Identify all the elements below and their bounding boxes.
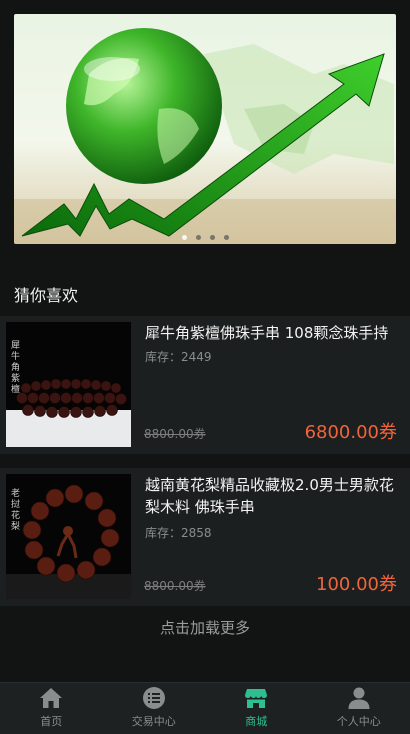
section-title: 猜你喜欢 bbox=[14, 286, 79, 305]
tab-label: 交易中心 bbox=[131, 715, 176, 728]
carousel-indicators bbox=[14, 235, 396, 240]
list-icon bbox=[142, 687, 165, 709]
carousel-dot[interactable] bbox=[223, 235, 229, 240]
carousel-dot[interactable] bbox=[195, 235, 201, 240]
product-price: 100.00券 bbox=[316, 574, 397, 595]
product-thumbnail: 老挝花梨 bbox=[6, 474, 131, 599]
product-title[interactable]: 犀牛角紫檀佛珠手串 108颗念珠手持 bbox=[145, 322, 404, 344]
tab-trading-center[interactable]: 交易中心 bbox=[103, 683, 206, 734]
user-icon bbox=[348, 687, 370, 709]
product-original-price: 8800.00券 bbox=[144, 427, 206, 441]
product-card[interactable]: 犀牛角紫檀 犀牛角紫檀佛珠手串 108颗念珠手持 库存：2449 8800.00… bbox=[0, 316, 410, 454]
thumb-caption: 犀牛角紫檀 bbox=[9, 340, 20, 395]
product-stock: 库存：2449 bbox=[145, 350, 212, 364]
tab-home[interactable]: 首页 bbox=[0, 683, 103, 734]
banner-image bbox=[14, 14, 396, 244]
carousel-dot[interactable] bbox=[209, 235, 215, 240]
product-price: 6800.00券 bbox=[304, 422, 397, 443]
shop-icon bbox=[245, 689, 268, 708]
product-original-price: 8800.00券 bbox=[144, 579, 206, 593]
bottom-nav: 首页 交易中心 商城 个人中心 bbox=[0, 682, 410, 734]
product-card[interactable]: 老挝花梨 越南黄花梨精品收藏极2.0男士男款花梨木料 佛珠手串 库存：2858 … bbox=[0, 468, 410, 606]
tab-label: 个人中心 bbox=[336, 715, 381, 728]
promo-banner[interactable] bbox=[14, 14, 396, 244]
home-icon bbox=[40, 688, 63, 708]
tab-label: 商城 bbox=[245, 715, 268, 728]
tab-profile[interactable]: 个人中心 bbox=[308, 683, 410, 734]
carousel-dot[interactable] bbox=[181, 235, 187, 240]
product-thumbnail: 犀牛角紫檀 bbox=[6, 322, 131, 447]
load-more-button[interactable]: 点击加载更多 bbox=[0, 617, 410, 638]
thumb-caption: 老挝花梨 bbox=[9, 487, 20, 532]
tab-label: 首页 bbox=[40, 715, 63, 728]
product-stock: 库存：2858 bbox=[145, 526, 212, 540]
product-title[interactable]: 越南黄花梨精品收藏极2.0男士男款花梨木料 佛珠手串 bbox=[145, 474, 404, 518]
tab-mall[interactable]: 商城 bbox=[205, 683, 308, 734]
